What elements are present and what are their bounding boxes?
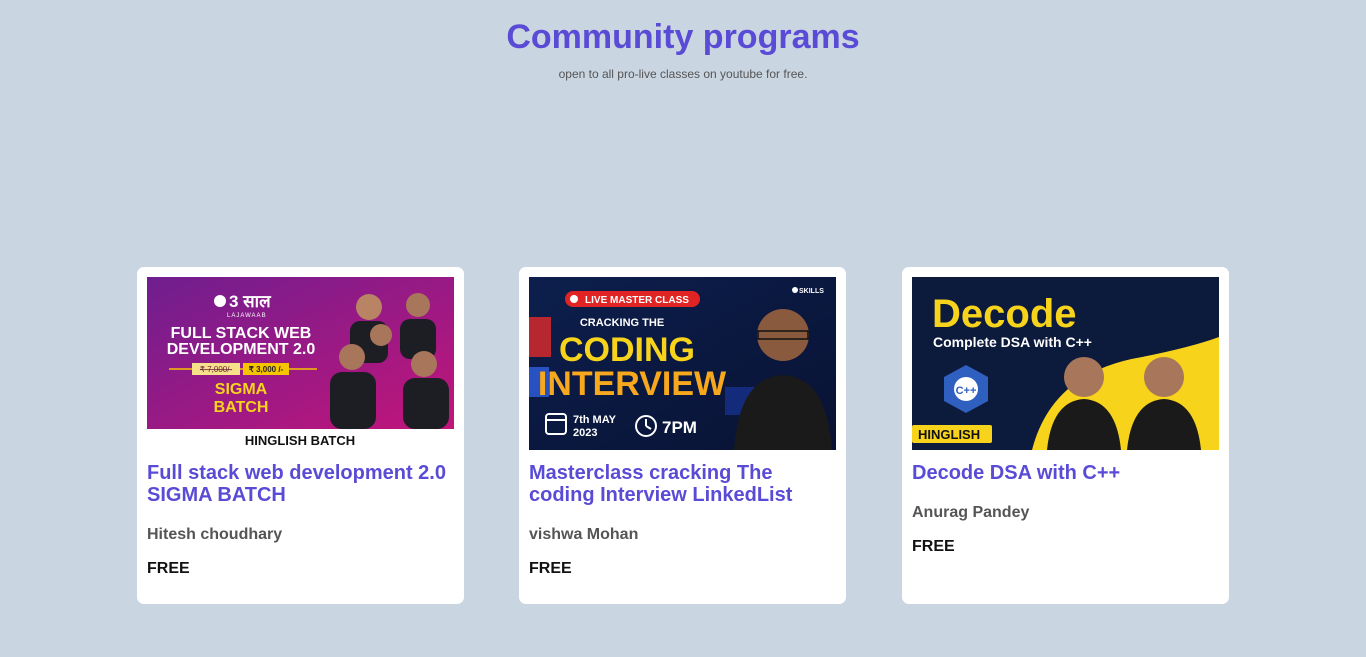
program-title[interactable]: Masterclass cracking The coding Intervie… — [529, 462, 836, 506]
svg-text:HINGLISH BATCH: HINGLISH BATCH — [245, 433, 355, 448]
program-card-full-stack[interactable]: 3 साल LAJAWAAB FULL STACK WEB DEVELOPMEN… — [137, 267, 464, 604]
program-price: FREE — [147, 560, 190, 577]
svg-text:LIVE MASTER CLASS: LIVE MASTER CLASS — [585, 295, 689, 306]
page-title: Community programs — [506, 18, 860, 56]
svg-text:₹ 3,000 /-: ₹ 3,000 /- — [249, 365, 284, 374]
full-stack-thumbnail-art: 3 साल LAJAWAAB FULL STACK WEB DEVELOPMEN… — [147, 277, 454, 450]
program-thumbnail[interactable]: Decode Complete DSA with C++ C++ HINGLIS… — [912, 277, 1219, 450]
svg-text:FULL STACK WEB: FULL STACK WEB — [171, 325, 312, 342]
program-title[interactable]: Full stack web development 2.0 SIGMA BAT… — [147, 462, 454, 506]
svg-text:3 साल: 3 साल — [229, 292, 272, 311]
svg-text:CRACKING THE: CRACKING THE — [580, 317, 664, 329]
svg-text:7PM: 7PM — [662, 418, 697, 437]
svg-text:C++: C++ — [956, 385, 977, 397]
program-thumbnail[interactable]: LIVE MASTER CLASS SKILLS CRACKING THE CO… — [529, 277, 836, 450]
program-instructor: Hitesh choudhary — [147, 526, 283, 543]
svg-text:2023: 2023 — [573, 427, 597, 439]
svg-text:₹ 7,000/-: ₹ 7,000/- — [200, 365, 233, 374]
program-instructor: Anurag Pandey — [912, 504, 1030, 521]
svg-text:BATCH: BATCH — [214, 399, 269, 416]
svg-text:SIGMA: SIGMA — [215, 381, 268, 398]
program-price: FREE — [912, 538, 955, 555]
program-card-coding-interview[interactable]: LIVE MASTER CLASS SKILLS CRACKING THE CO… — [519, 267, 846, 604]
svg-text:7th MAY: 7th MAY — [573, 414, 617, 426]
svg-text:HINGLISH: HINGLISH — [918, 427, 980, 442]
program-card-decode-dsa[interactable]: Decode Complete DSA with C++ C++ HINGLIS… — [902, 267, 1229, 604]
svg-text:CODING: CODING — [559, 331, 695, 369]
svg-text:Decode: Decode — [932, 292, 1077, 336]
svg-text:LAJAWAAB: LAJAWAAB — [227, 313, 267, 319]
svg-text:DEVELOPMENT 2.0: DEVELOPMENT 2.0 — [167, 341, 316, 358]
program-title[interactable]: Decode DSA with C++ — [912, 462, 1219, 484]
program-instructor: vishwa Mohan — [529, 526, 639, 543]
program-thumbnail[interactable]: 3 साल LAJAWAAB FULL STACK WEB DEVELOPMEN… — [147, 277, 454, 450]
svg-text:SKILLS: SKILLS — [799, 288, 824, 295]
program-price: FREE — [529, 560, 572, 577]
decode-dsa-thumbnail-art: Decode Complete DSA with C++ C++ HINGLIS… — [912, 277, 1219, 450]
svg-text:INTERVIEW: INTERVIEW — [538, 365, 727, 403]
page-subtitle: open to all pro-live classes on youtube … — [558, 67, 808, 81]
svg-text:Complete DSA with C++: Complete DSA with C++ — [933, 334, 1092, 350]
coding-interview-thumbnail-art: LIVE MASTER CLASS SKILLS CRACKING THE CO… — [529, 277, 836, 450]
